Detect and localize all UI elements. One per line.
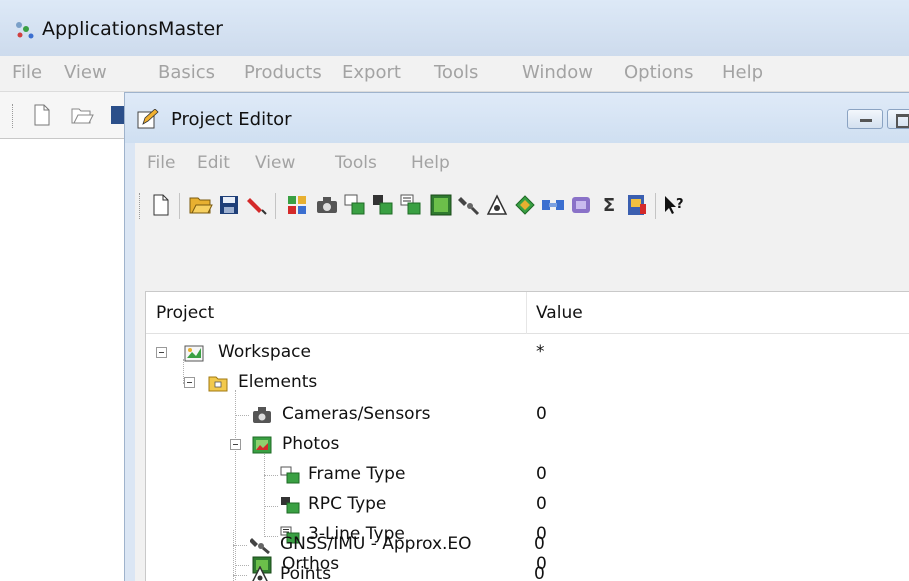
context-help-icon[interactable]: ?	[663, 193, 687, 217]
workspace-icon	[184, 345, 204, 362]
tree-row-points[interactable]: Points 0	[144, 560, 909, 581]
tree-label: Points	[280, 564, 332, 581]
camera-icon	[253, 407, 271, 423]
diamond-icon[interactable]	[513, 193, 537, 217]
tree-label: Elements	[238, 372, 318, 392]
toolbar-separator	[179, 193, 180, 219]
open-folder-icon[interactable]	[189, 193, 213, 217]
app-menu-tools[interactable]: Tools	[434, 62, 478, 83]
frame-type-icon[interactable]	[343, 193, 367, 217]
minimize-button[interactable]	[847, 109, 883, 129]
column-header-value[interactable]: Value	[536, 303, 583, 323]
tree-row-frame-type[interactable]: Frame Type 0	[146, 460, 909, 490]
project-editor-window: Project Editor File Edit View Tools Help	[124, 92, 909, 581]
toolbar-separator	[275, 193, 276, 219]
frame-type-icon	[280, 466, 300, 484]
rpc-type-icon[interactable]	[371, 193, 395, 217]
app-menu-window[interactable]: Window	[522, 62, 593, 83]
app-menu-products[interactable]: Products	[244, 62, 322, 83]
tree-value: 0	[536, 464, 547, 484]
tree-row-photos[interactable]: Photos	[146, 430, 909, 460]
tree-value: 0	[534, 564, 545, 581]
tree-row-elements[interactable]: Elements	[146, 368, 909, 398]
app-title: ApplicationsMaster	[42, 18, 223, 40]
column-header-project[interactable]: Project	[156, 303, 214, 323]
blocks-icon[interactable]	[569, 193, 593, 217]
folder-icon	[208, 376, 228, 392]
marker-icon[interactable]	[245, 193, 269, 217]
toolbar-grip[interactable]	[12, 104, 15, 128]
project-editor-icon	[137, 109, 159, 129]
satellite-icon	[250, 538, 270, 554]
tree-label: GNSS/IMU - Approx.EO	[280, 534, 472, 554]
tree-value: 0	[534, 534, 545, 554]
svg-text:?: ?	[676, 197, 684, 212]
tree-row-workspace[interactable]: Workspace *	[146, 338, 909, 368]
tree-label: Workspace	[218, 342, 311, 362]
new-file-icon[interactable]	[149, 193, 173, 217]
maximize-button[interactable]	[887, 109, 909, 129]
app-menu-file[interactable]: File	[12, 62, 42, 83]
save-icon[interactable]	[217, 193, 241, 217]
app-menu-help[interactable]: Help	[722, 62, 763, 83]
three-line-type-icon[interactable]	[399, 193, 423, 217]
new-file-icon[interactable]	[32, 104, 52, 126]
app-titlebar: ApplicationsMaster	[0, 0, 909, 56]
grid-header: Project Value	[146, 292, 909, 334]
app-menu-export[interactable]: Export	[342, 62, 401, 83]
collapse-toggle[interactable]	[156, 347, 167, 358]
points-icon[interactable]	[485, 193, 509, 217]
tree-label: Photos	[282, 434, 340, 454]
project-editor-titlebar[interactable]: Project Editor	[125, 93, 909, 143]
editor-menu-file[interactable]: File	[147, 153, 175, 173]
project-editor-menubar: File Edit View Tools Help	[135, 143, 909, 183]
ortho-icon[interactable]	[429, 193, 453, 217]
collapse-toggle[interactable]	[184, 377, 195, 388]
app-side-panel	[0, 138, 128, 581]
project-settings-icon[interactable]	[285, 193, 309, 217]
tree-overflow-region: GNSS/IMU - Approx.EO 0 Points 0	[144, 530, 909, 581]
tree-label: RPC Type	[308, 494, 387, 514]
editor-toolbar-grip[interactable]	[139, 193, 142, 219]
app-menubar: File View Basics Products Export Tools W…	[0, 56, 909, 92]
tree-row-gnss-imu[interactable]: GNSS/IMU - Approx.EO 0	[144, 530, 909, 560]
tree-value: *	[536, 342, 545, 362]
rpc-type-icon	[281, 497, 300, 514]
camera-icon[interactable]	[315, 193, 339, 217]
save-icon[interactable]	[110, 104, 124, 126]
app-logo-icon	[16, 22, 34, 39]
project-editor-body: File Edit View Tools Help Σ ? Project Va…	[135, 143, 909, 581]
project-editor-toolbar: Σ ?	[135, 183, 909, 229]
editor-menu-view[interactable]: View	[255, 153, 295, 173]
tree-value: 0	[536, 494, 547, 514]
tree-value: 0	[536, 404, 547, 424]
report-icon[interactable]	[625, 193, 649, 217]
tree-label: Cameras/Sensors	[282, 404, 431, 424]
toolbar-separator	[655, 193, 656, 219]
tree-row-rpc-type[interactable]: RPC Type 0	[146, 490, 909, 520]
tree-row-cameras-sensors[interactable]: Cameras/Sensors 0	[146, 400, 909, 430]
column-divider[interactable]	[526, 292, 527, 334]
photos-icon	[252, 436, 272, 454]
points-icon	[252, 566, 268, 581]
open-folder-icon[interactable]	[70, 104, 94, 126]
editor-menu-help[interactable]: Help	[411, 153, 450, 173]
project-editor-title: Project Editor	[171, 109, 292, 130]
editor-menu-edit[interactable]: Edit	[197, 153, 230, 173]
tree-label: Frame Type	[308, 464, 406, 484]
collapse-toggle[interactable]	[230, 439, 241, 450]
app-menu-options[interactable]: Options	[624, 62, 693, 83]
satellite-icon[interactable]	[457, 193, 481, 217]
app-menu-view[interactable]: View	[64, 62, 107, 83]
sigma-icon[interactable]: Σ	[597, 193, 621, 217]
editor-menu-tools[interactable]: Tools	[335, 153, 377, 173]
app-menu-basics[interactable]: Basics	[158, 62, 215, 83]
tie-points-icon[interactable]	[541, 193, 565, 217]
